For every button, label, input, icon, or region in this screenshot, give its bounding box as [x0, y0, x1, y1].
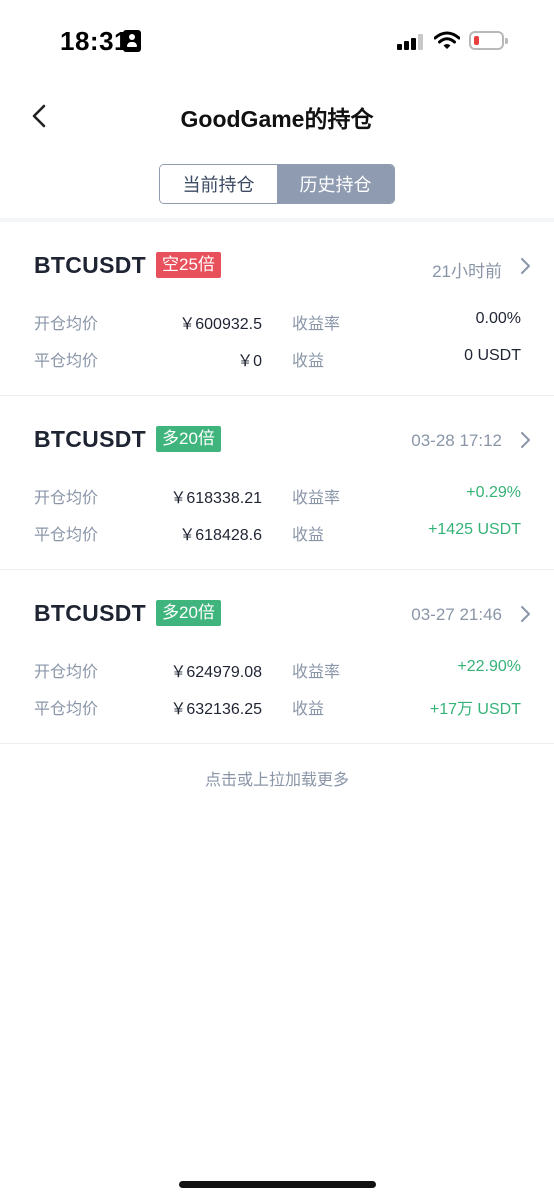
profit-label: 收益	[292, 701, 325, 718]
position-symbol: BTCUSDT	[34, 600, 146, 626]
profit-value: 0 USDT	[464, 347, 521, 364]
open-avg-value: ￥600932.5	[179, 316, 262, 333]
open-avg-value: ￥624979.08	[170, 664, 262, 681]
return-rate-value: +22.90%	[457, 658, 521, 675]
close-avg-value: ￥0	[237, 353, 262, 370]
chevron-right-icon[interactable]	[520, 256, 532, 276]
profit-value: +17万 USDT	[429, 701, 521, 718]
chevron-right-icon[interactable]	[520, 430, 532, 450]
profit-label: 收益	[292, 353, 325, 370]
position-time: 21小时前	[432, 262, 502, 281]
position-time: 03-28 17:12	[411, 431, 502, 450]
return-rate-label: 收益率	[292, 664, 341, 681]
tab-current-positions[interactable]: 当前持仓	[160, 165, 277, 203]
profit-label: 收益	[292, 527, 325, 544]
return-rate-value: +0.29%	[466, 484, 521, 501]
position-time: 03-27 21:46	[411, 605, 502, 624]
chevron-right-icon[interactable]	[520, 604, 532, 624]
position-direction-badge: 多20倍	[156, 426, 221, 452]
status-bar: 18:31	[0, 0, 554, 80]
position-symbol: BTCUSDT	[34, 252, 146, 278]
status-time: 18:31	[60, 26, 129, 56]
position-card[interactable]: BTCUSDT 多20倍 03-27 21:46 开仓均价 ￥624979.08…	[0, 570, 554, 744]
position-tabs: 当前持仓 历史持仓	[159, 164, 395, 204]
return-rate-label: 收益率	[292, 490, 341, 507]
close-avg-label: 平仓均价	[34, 353, 99, 370]
battery-icon	[469, 31, 508, 50]
position-symbol: BTCUSDT	[34, 426, 146, 452]
return-rate-label: 收益率	[292, 316, 341, 333]
position-direction-badge: 空25倍	[156, 252, 221, 278]
id-card-icon	[123, 30, 141, 52]
page-title: GoodGame的持仓	[180, 106, 374, 132]
home-indicator[interactable]	[179, 1181, 376, 1188]
open-avg-label: 开仓均价	[34, 316, 99, 333]
wifi-icon	[434, 31, 460, 49]
open-avg-label: 开仓均价	[34, 664, 99, 681]
position-card[interactable]: BTCUSDT 多20倍 03-28 17:12 开仓均价 ￥618338.21…	[0, 396, 554, 570]
position-card[interactable]: BTCUSDT 空25倍 21小时前 开仓均价 ￥600932.5 收益率 0.…	[0, 222, 554, 396]
open-avg-value: ￥618338.21	[170, 490, 262, 507]
tab-history-positions[interactable]: 历史持仓	[277, 165, 394, 203]
profit-value: +1425 USDT	[428, 521, 521, 538]
open-avg-label: 开仓均价	[34, 490, 99, 507]
close-avg-label: 平仓均价	[34, 701, 99, 718]
position-direction-badge: 多20倍	[156, 600, 221, 626]
cellular-signal-icon	[397, 34, 425, 50]
load-more-button[interactable]: 点击或上拉加载更多	[0, 766, 554, 790]
close-avg-label: 平仓均价	[34, 527, 99, 544]
close-avg-value: ￥618428.6	[179, 527, 262, 544]
return-rate-value: 0.00%	[475, 310, 521, 327]
close-avg-value: ￥632136.25	[170, 701, 262, 718]
